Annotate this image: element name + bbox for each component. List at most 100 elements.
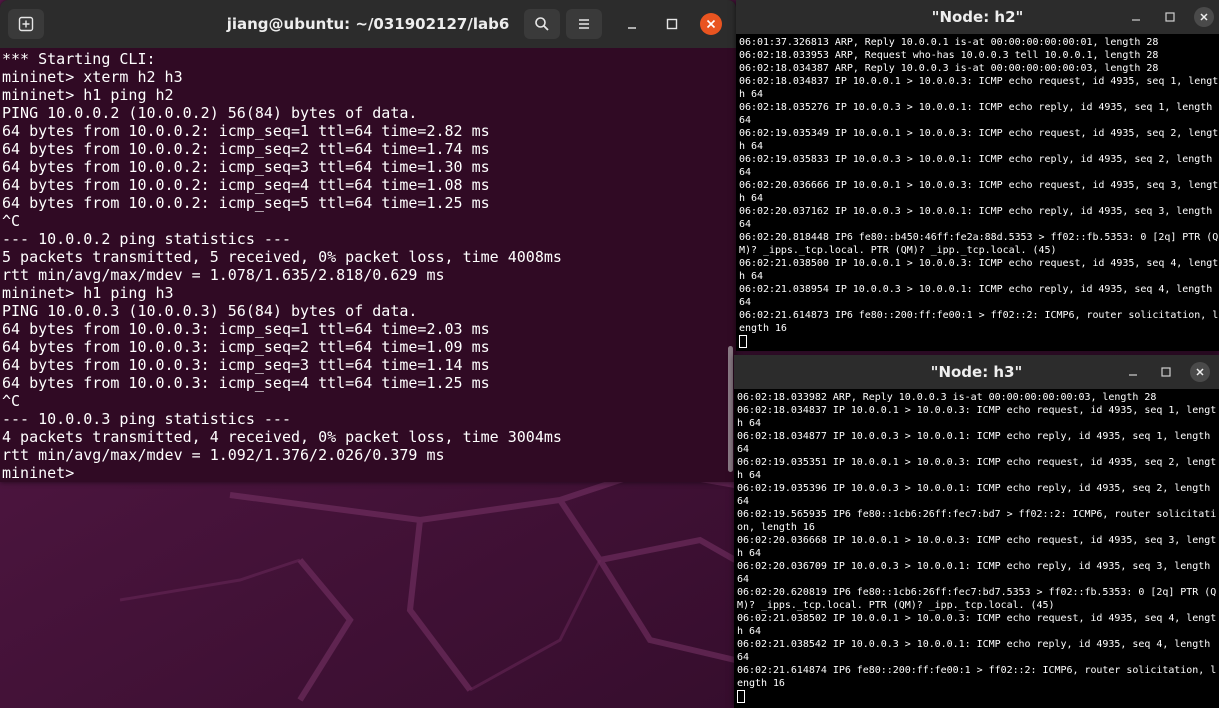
- terminal-line: 64 bytes from 10.0.0.2: icmp_seq=5 ttl=6…: [2, 194, 490, 212]
- maximize-button[interactable]: [660, 12, 684, 36]
- terminal-line: 06:02:20.036666 IP 10.0.0.1 > 10.0.0.3: …: [739, 180, 1219, 191]
- terminal-line: rtt min/avg/max/mdev = 1.092/1.376/2.026…: [2, 446, 445, 464]
- terminal-line: 64: [739, 167, 751, 178]
- terminal-line: 06:02:21.038542 IP 10.0.0.3 > 10.0.0.1: …: [737, 639, 1211, 650]
- terminal-line: h 64: [739, 193, 763, 204]
- close-icon: [706, 19, 716, 29]
- xterm-node-h3-window[interactable]: "Node: h3" 06:02:18.033982 ARP, Reply 10…: [734, 355, 1219, 708]
- terminal-line: ^C: [2, 392, 21, 410]
- close-icon: [1200, 13, 1208, 21]
- terminal-line: 06:02:18.034837 IP 10.0.0.1 > 10.0.0.3: …: [737, 405, 1217, 416]
- main-terminal-window[interactable]: jiang@ubuntu: ~/031902127/lab6 *** Start…: [0, 0, 736, 482]
- terminal-line: 06:02:20.818448 IP6 fe80::b450:46ff:fe2a…: [739, 232, 1219, 243]
- xterm-h2-minimize-button[interactable]: [1126, 7, 1146, 27]
- close-button[interactable]: [700, 13, 722, 35]
- terminal-line: 64 bytes from 10.0.0.2: icmp_seq=4 ttl=6…: [2, 176, 490, 194]
- minimize-icon: [1129, 374, 1137, 376]
- terminal-line: 06:02:18.035276 IP 10.0.0.3 > 10.0.0.1: …: [739, 102, 1213, 113]
- terminal-line: 64 bytes from 10.0.0.3: icmp_seq=3 ttl=6…: [2, 356, 490, 374]
- xterm-h2-maximize-button[interactable]: [1160, 7, 1180, 27]
- terminal-line: --- 10.0.0.3 ping statistics ---: [2, 410, 291, 428]
- terminal-line: 06:02:19.035349 IP 10.0.0.1 > 10.0.0.3: …: [739, 128, 1219, 139]
- xterm-h3-minimize-button[interactable]: [1123, 362, 1143, 382]
- terminal-line: 64 bytes from 10.0.0.2: icmp_seq=1 ttl=6…: [2, 122, 490, 140]
- search-icon: [535, 17, 549, 31]
- xterm-h2-close-button[interactable]: [1194, 7, 1214, 27]
- terminal-line: mininet> h1 ping h3: [2, 284, 174, 302]
- terminal-line: mininet> h1 ping h2: [2, 86, 174, 104]
- terminal-line: 64: [737, 652, 749, 663]
- terminal-line: 06:02:21.038502 IP 10.0.0.1 > 10.0.0.3: …: [737, 613, 1217, 624]
- terminal-line: 64: [737, 574, 749, 585]
- terminal-line: h 64: [737, 418, 761, 429]
- terminal-line: 64: [737, 444, 749, 455]
- terminal-line: 64: [737, 496, 749, 507]
- terminal-line: mininet> xterm h2 h3: [2, 68, 183, 86]
- close-icon: [1196, 368, 1204, 376]
- xterm-h3-close-button[interactable]: [1190, 362, 1210, 382]
- hamburger-menu-icon: [579, 19, 589, 29]
- maximize-icon: [1161, 367, 1171, 377]
- terminal-line: 06:02:18.034837 IP 10.0.0.1 > 10.0.0.3: …: [739, 76, 1219, 87]
- terminal-line: h 64: [739, 141, 763, 152]
- terminal-line: M)? _ipps._tcp.local. PTR (QM)? _ipp._tc…: [737, 600, 1055, 611]
- scrollbar-thumb[interactable]: [728, 346, 733, 472]
- xterm-h2-title: "Node: h2": [931, 8, 1024, 26]
- terminal-text: *** Starting CLI: mininet> xterm h2 h3 m…: [0, 48, 724, 482]
- terminal-line: 06:02:20.037162 IP 10.0.0.3 > 10.0.0.1: …: [739, 206, 1213, 217]
- minimize-button[interactable]: [620, 12, 644, 36]
- new-tab-button[interactable]: [8, 9, 44, 39]
- terminal-line: 5 packets transmitted, 5 received, 0% pa…: [2, 248, 562, 266]
- terminal-line: 06:02:21.614873 IP6 fe80::200:ff:fe00:1 …: [739, 310, 1219, 321]
- xterm-node-h2-window[interactable]: "Node: h2" 06:01:37.326813 ARP, Reply 10…: [736, 0, 1219, 351]
- menu-button[interactable]: [566, 9, 602, 39]
- minimize-icon: [1132, 19, 1140, 21]
- terminal-line: 64: [739, 115, 751, 126]
- xterm-h3-titlebar[interactable]: "Node: h3": [734, 355, 1219, 389]
- xterm-h3-maximize-button[interactable]: [1156, 362, 1176, 382]
- terminal-line: 06:02:18.033982 ARP, Reply 10.0.0.3 is-a…: [737, 392, 1157, 403]
- maximize-icon: [1165, 12, 1175, 22]
- minimize-icon: [628, 27, 636, 29]
- terminal-line: ength 16: [739, 323, 787, 334]
- terminal-line: h 64: [737, 626, 761, 637]
- xterm-h2-output[interactable]: 06:01:37.326813 ARP, Reply 10.0.0.1 is-a…: [736, 34, 1219, 351]
- terminal-line: 64 bytes from 10.0.0.3: icmp_seq=4 ttl=6…: [2, 374, 490, 392]
- terminal-line: 06:02:21.614874 IP6 fe80::200:ff:fe00:1 …: [737, 665, 1217, 676]
- xterm-h2-text: 06:01:37.326813 ARP, Reply 10.0.0.1 is-a…: [736, 34, 1219, 350]
- terminal-line: 06:02:20.620819 IP6 fe80::1cb6:26ff:fec7…: [737, 587, 1217, 598]
- terminal-line: 64 bytes from 10.0.0.3: icmp_seq=2 ttl=6…: [2, 338, 490, 356]
- text-cursor: [737, 690, 745, 703]
- terminal-line: 64 bytes from 10.0.0.3: icmp_seq=1 ttl=6…: [2, 320, 490, 338]
- terminal-line: 64: [739, 219, 751, 230]
- terminal-line: h 64: [739, 271, 763, 282]
- terminal-line: PING 10.0.0.2 (10.0.0.2) 56(84) bytes of…: [2, 104, 418, 122]
- terminal-line: h 64: [737, 470, 761, 481]
- terminal-line: --- 10.0.0.2 ping statistics ---: [2, 230, 291, 248]
- terminal-line: 06:02:18.034387 ARP, Reply 10.0.0.3 is-a…: [739, 63, 1159, 74]
- terminal-line: ^C: [2, 212, 21, 230]
- terminal-line: PING 10.0.0.3 (10.0.0.3) 56(84) bytes of…: [2, 302, 418, 320]
- new-tab-icon: [18, 16, 34, 32]
- terminal-output[interactable]: *** Starting CLI: mininet> xterm h2 h3 m…: [0, 48, 724, 482]
- terminal-line: 64 bytes from 10.0.0.2: icmp_seq=2 ttl=6…: [2, 140, 490, 158]
- xterm-h3-text: 06:02:18.033982 ARP, Reply 10.0.0.3 is-a…: [734, 389, 1219, 705]
- search-button[interactable]: [524, 9, 560, 39]
- terminal-line: 06:02:21.038954 IP 10.0.0.3 > 10.0.0.1: …: [739, 284, 1213, 295]
- terminal-line: 06:02:20.036668 IP 10.0.0.1 > 10.0.0.3: …: [737, 535, 1217, 546]
- xterm-h2-titlebar[interactable]: "Node: h2": [736, 0, 1219, 34]
- terminal-line: 64 bytes from 10.0.0.2: icmp_seq=3 ttl=6…: [2, 158, 490, 176]
- xterm-h3-output[interactable]: 06:02:18.033982 ARP, Reply 10.0.0.3 is-a…: [734, 389, 1219, 708]
- terminal-line: rtt min/avg/max/mdev = 1.078/1.635/2.818…: [2, 266, 445, 284]
- terminal-line: 4 packets transmitted, 4 received, 0% pa…: [2, 428, 562, 446]
- xterm-h3-title: "Node: h3": [930, 363, 1023, 381]
- terminal-line: on, length 16: [737, 522, 815, 533]
- terminal-line: 06:02:19.035833 IP 10.0.0.3 > 10.0.0.1: …: [739, 154, 1213, 165]
- terminal-line: 06:02:20.036709 IP 10.0.0.3 > 10.0.0.1: …: [737, 561, 1211, 572]
- terminal-line: ength 16: [737, 678, 785, 689]
- terminal-headerbar[interactable]: jiang@ubuntu: ~/031902127/lab6: [0, 0, 736, 48]
- terminal-line: mininet>: [2, 464, 84, 482]
- terminal-line: 06:02:19.565935 IP6 fe80::1cb6:26ff:fec7…: [737, 509, 1217, 520]
- text-cursor: [739, 335, 747, 348]
- terminal-line: h 64: [737, 548, 761, 559]
